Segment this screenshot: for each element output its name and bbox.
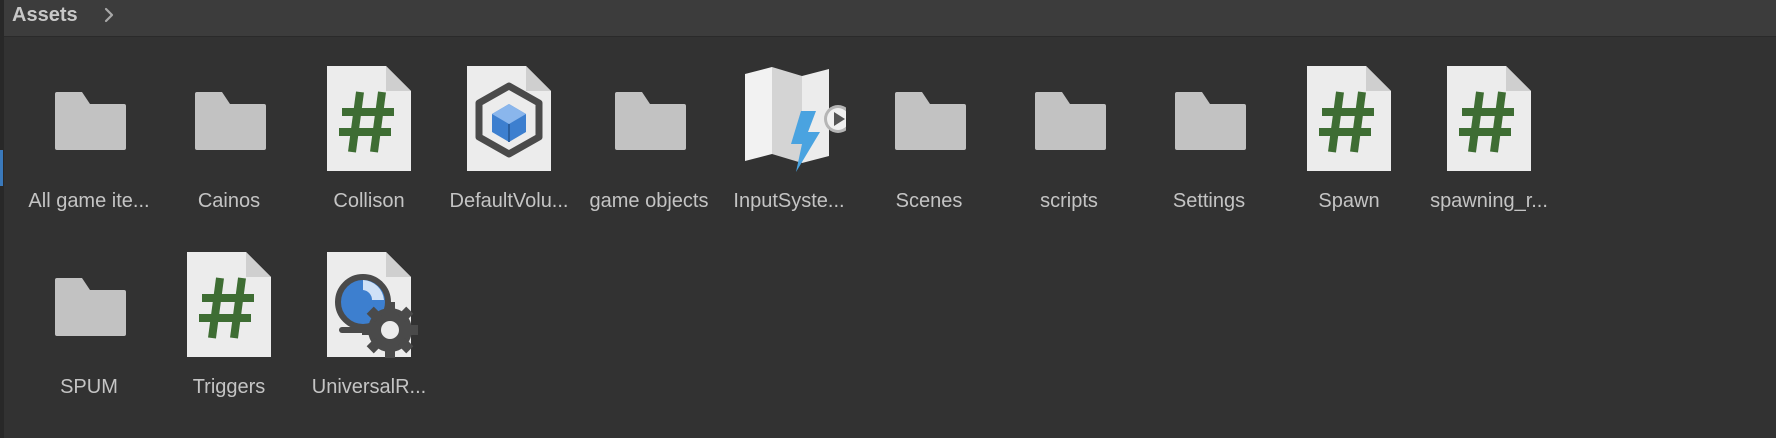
csharp-script-icon [1447, 66, 1531, 171]
asset-label: Settings [1172, 190, 1246, 212]
asset-item[interactable]: spawning_r... [1410, 40, 1568, 212]
volume-profile-icon [467, 66, 551, 171]
folder-icon [195, 92, 266, 150]
render-pipeline-asset-icon [327, 252, 418, 358]
asset-item[interactable]: Collison [290, 40, 448, 212]
breadcrumb-bar: Assets [0, 0, 1776, 37]
folder-icon [55, 92, 126, 150]
asset-item[interactable]: Settings [1130, 40, 1288, 212]
csharp-script-icon [327, 66, 411, 171]
folder-icon [1175, 92, 1246, 150]
asset-label: SPUM [60, 376, 118, 398]
asset-item[interactable]: All game ite... [10, 40, 168, 212]
asset-label: InputSyste... [733, 190, 845, 212]
asset-item[interactable]: Cainos [150, 40, 308, 212]
folder-icon [895, 92, 966, 150]
asset-item[interactable]: Scenes [850, 40, 1008, 212]
asset-item[interactable]: Triggers [150, 226, 308, 398]
asset-label: scripts [1040, 190, 1098, 212]
asset-label: Scenes [895, 190, 963, 212]
asset-label: Triggers [192, 376, 266, 398]
asset-item[interactable]: SPUM [10, 226, 168, 398]
asset-item[interactable]: scripts [990, 40, 1148, 212]
panel-left-edge [0, 0, 4, 438]
asset-label: Spawn [1318, 190, 1380, 212]
breadcrumb-assets[interactable]: Assets [12, 3, 78, 27]
selection-accent [0, 150, 3, 186]
folder-icon [1035, 92, 1106, 150]
asset-label: All game ite... [28, 190, 150, 212]
asset-item[interactable]: game objects [570, 40, 728, 212]
folder-icon [615, 92, 686, 150]
asset-label: DefaultVolu... [449, 190, 569, 212]
asset-item[interactable]: Spawn [1270, 40, 1428, 212]
asset-label: Cainos [197, 190, 261, 212]
asset-label: spawning_r... [1430, 190, 1548, 212]
asset-item[interactable]: DefaultVolu... [430, 40, 588, 212]
asset-label: Collison [333, 190, 405, 212]
csharp-script-icon [1307, 66, 1391, 171]
asset-item[interactable]: InputSyste... [710, 40, 868, 212]
input-actions-icon [745, 67, 846, 172]
chevron-right-icon [104, 7, 114, 23]
asset-label: game objects [589, 190, 709, 212]
asset-item[interactable]: UniversalR... [290, 226, 448, 398]
folder-icon [55, 278, 126, 336]
csharp-script-icon [187, 252, 271, 357]
asset-label: UniversalR... [311, 376, 427, 398]
